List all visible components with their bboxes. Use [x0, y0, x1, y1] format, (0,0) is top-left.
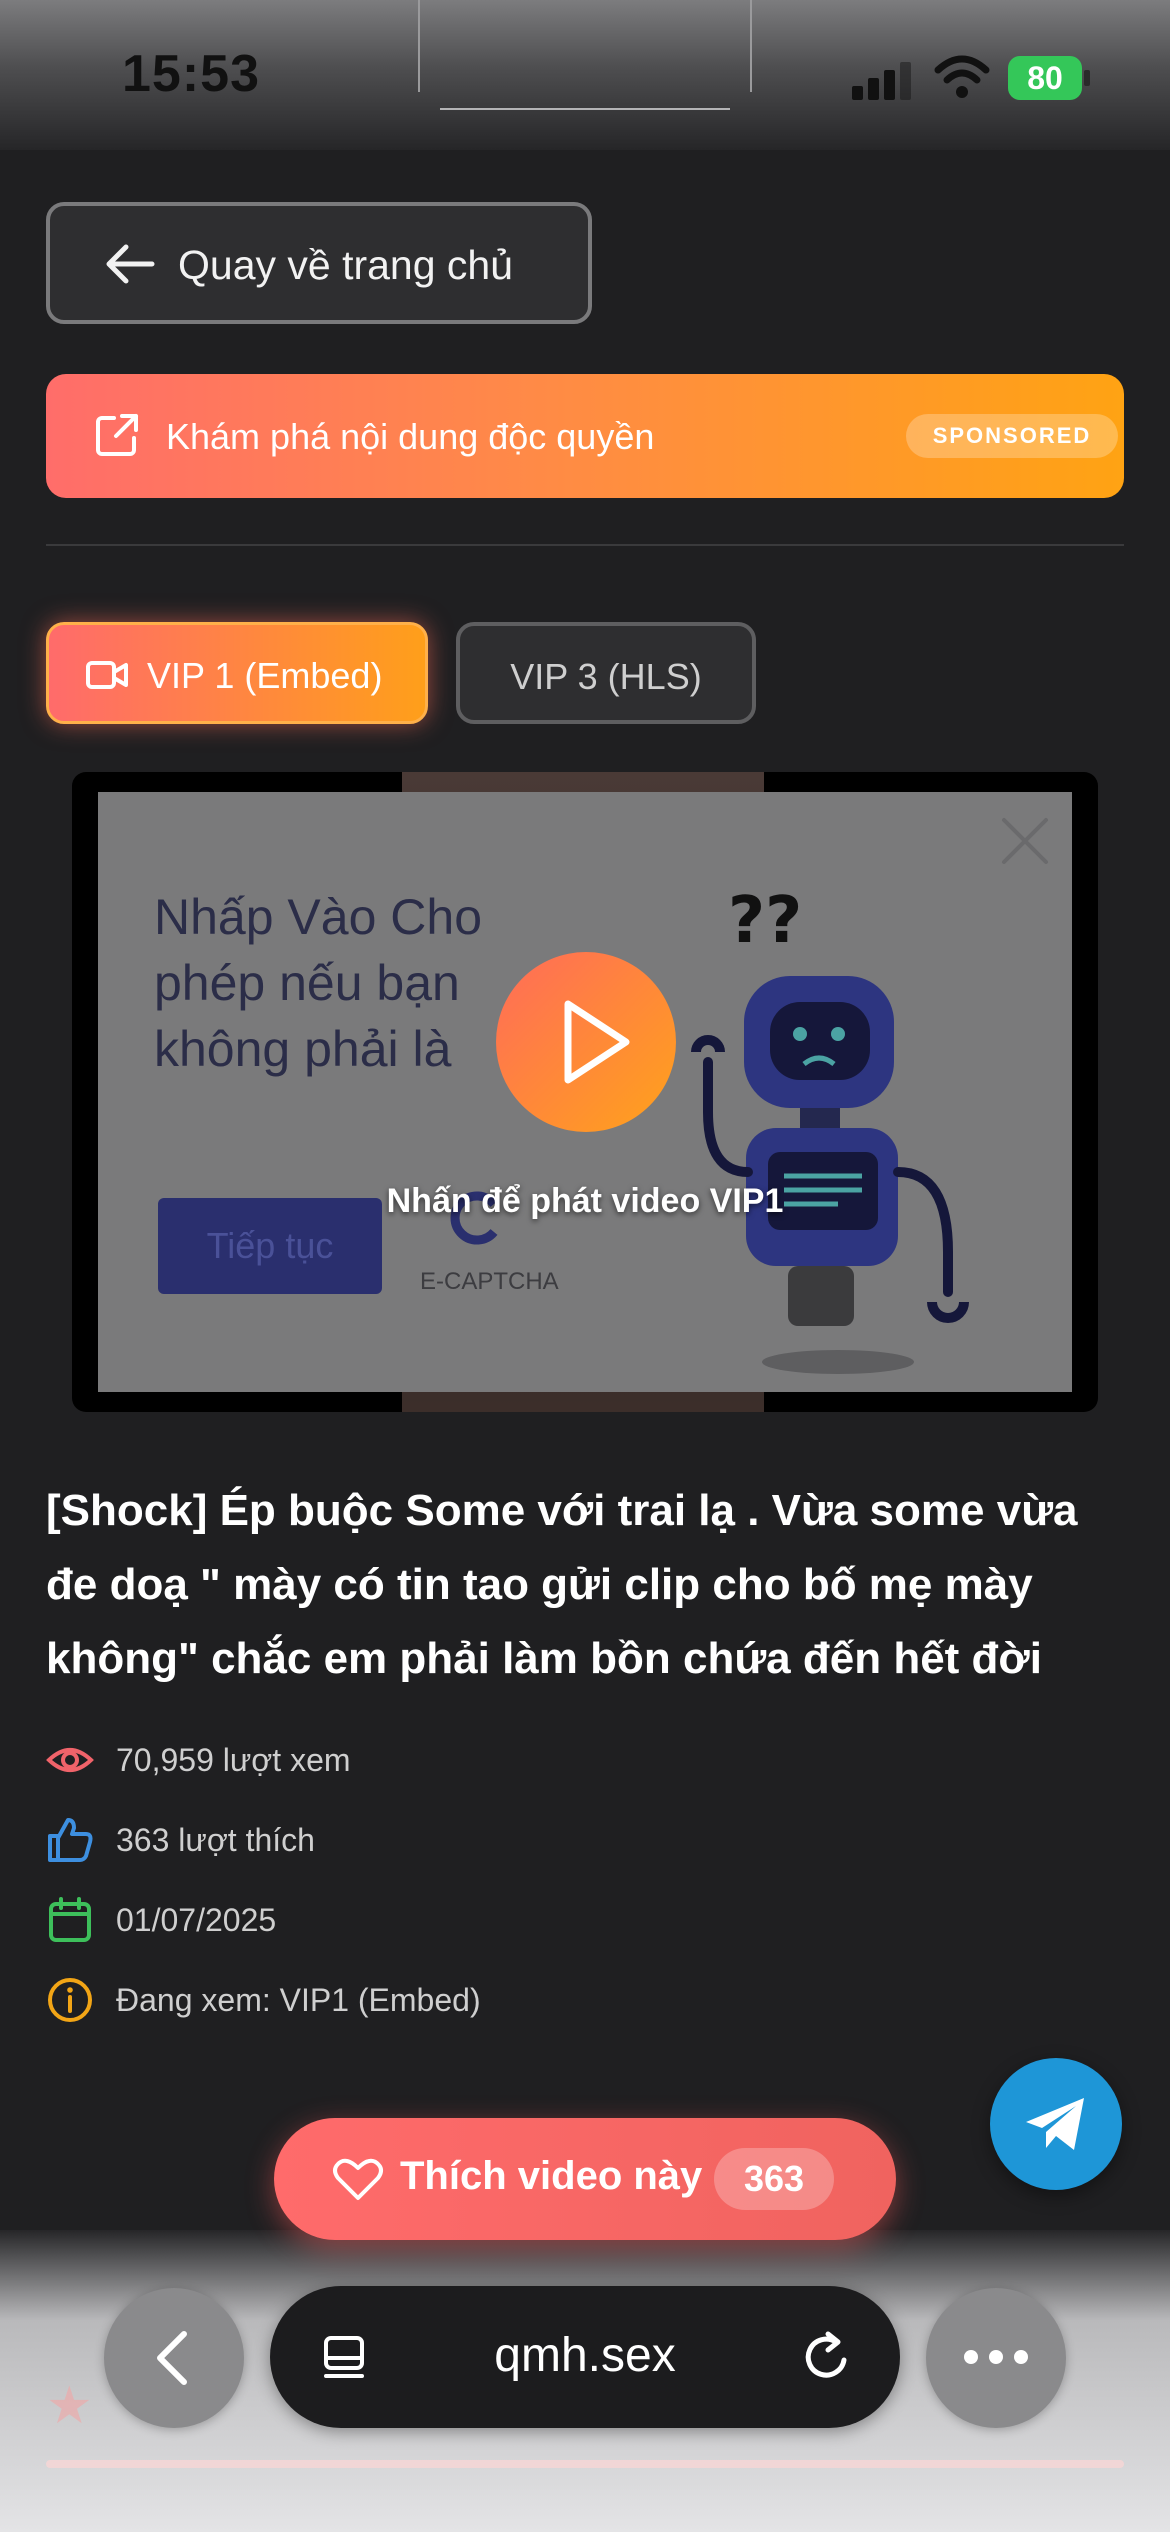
views-count: 70,959 lượt xem — [116, 1742, 351, 1778]
more-options-button[interactable] — [926, 2288, 1066, 2428]
upload-date: 01/07/2025 — [116, 1902, 277, 1938]
reload-icon[interactable] — [800, 2330, 854, 2384]
tab-vip3-hls[interactable]: VIP 3 (HLS) — [456, 622, 756, 724]
close-icon[interactable] — [998, 814, 1052, 868]
tab-vip1-label: VIP 1 (Embed) — [147, 655, 383, 696]
eye-icon — [46, 1748, 94, 1772]
thumbs-up-icon — [48, 1818, 93, 1862]
likes-count: 363 lượt thích — [116, 1822, 315, 1858]
browser-back-button[interactable] — [104, 2288, 244, 2428]
telegram-button[interactable] — [990, 2058, 1122, 2190]
meta-likes: 363 lượt thích — [46, 1816, 746, 1866]
sponsored-text: Khám phá nội dung độc quyền — [166, 416, 655, 457]
play-icon — [564, 1000, 630, 1084]
info-icon — [48, 1978, 92, 2022]
notch-edge-right — [750, 0, 752, 92]
play-button[interactable] — [496, 952, 676, 1132]
chevron-left-icon — [157, 2331, 187, 2385]
back-to-home-label: Quay về trang chủ — [178, 242, 514, 288]
meta-views: 70,959 lượt xem — [46, 1736, 746, 1786]
like-count-badge: 363 — [714, 2148, 834, 2210]
meta-date: 01/07/2025 — [46, 1896, 746, 1946]
cellular-signal-icon — [852, 60, 914, 100]
ad-captcha-label: E-CAPTCHA — [420, 1268, 559, 1295]
video-camera-icon — [86, 661, 128, 689]
wifi-icon — [934, 55, 990, 98]
meta-watching: Đang xem: VIP1 (Embed) — [46, 1976, 746, 2026]
back-to-home-button[interactable]: Quay về trang chủ — [46, 202, 592, 324]
arrow-left-icon — [106, 244, 155, 284]
external-link-icon — [96, 414, 138, 456]
notch-edge-bottom — [440, 108, 730, 110]
heart-icon — [333, 2158, 383, 2200]
battery-cap — [1084, 70, 1090, 86]
tab-vip1-embed[interactable]: VIP 1 (Embed) — [46, 622, 428, 724]
watching-server: Đang xem: VIP1 (Embed) — [116, 1982, 481, 2018]
robot-illustration-icon: ?? — [691, 884, 969, 1374]
play-caption: Nhấn để phát video VIP1 — [386, 1182, 784, 1220]
address-bar[interactable]: qmh.sex — [270, 2286, 900, 2428]
status-time: 15:53 — [122, 45, 260, 103]
star-icon: ★ — [46, 2377, 93, 2435]
like-video-label: Thích video này — [400, 2154, 703, 2198]
like-video-button[interactable]: Thích video này 363 — [274, 2118, 896, 2240]
tab-vip3-label: VIP 3 (HLS) — [510, 656, 702, 697]
svg-text:??: ?? — [728, 884, 802, 958]
divider — [46, 544, 1124, 546]
notch-edge-left — [418, 0, 420, 92]
video-title: [Shock] Ép buộc Some với trai lạ . Vừa s… — [46, 1486, 1078, 1683]
blurred-content-line — [46, 2460, 1124, 2468]
sponsored-badge: SPONSORED — [906, 414, 1118, 458]
calendar-icon — [49, 1897, 91, 1942]
video-player[interactable]: Nhấp Vào Cho phép nếu bạn không phải là … — [72, 772, 1098, 1412]
sponsored-banner[interactable]: Khám phá nội dung độc quyền SPONSORED — [46, 374, 1124, 498]
telegram-icon — [1026, 2098, 1084, 2150]
battery-indicator: 80 — [1008, 56, 1082, 100]
